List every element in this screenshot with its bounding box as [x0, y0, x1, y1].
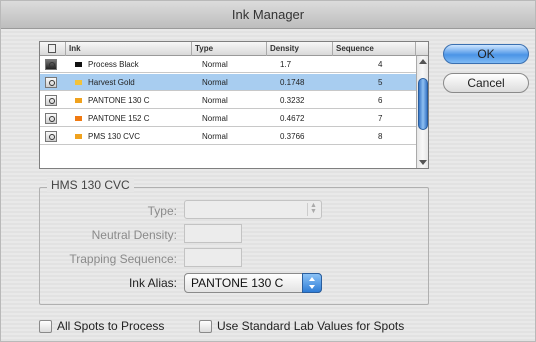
- spot-ink-icon[interactable]: [45, 113, 57, 124]
- column-header-ink[interactable]: Ink: [66, 42, 192, 56]
- ink-density: 0.1748: [280, 78, 305, 87]
- all-spots-to-process-checkbox[interactable]: [39, 320, 52, 333]
- ink-name: PANTONE 130 C: [88, 96, 150, 105]
- ink-sequence: 5: [378, 78, 383, 87]
- ink-type: Normal: [202, 132, 228, 141]
- table-row[interactable]: PMS 130 CVC Normal 0.3766 8: [40, 128, 416, 145]
- cancel-button[interactable]: Cancel: [443, 73, 529, 93]
- ink-swatch: [75, 80, 82, 85]
- printer-icon: [48, 44, 56, 53]
- popup-arrows-icon[interactable]: [302, 273, 322, 293]
- ink-type: Normal: [202, 60, 228, 69]
- column-header-print-icon[interactable]: [40, 42, 66, 56]
- ink-swatch: [75, 98, 82, 103]
- scroll-thumb[interactable]: [418, 78, 428, 130]
- ink-density: 0.4672: [280, 114, 305, 123]
- ok-button[interactable]: OK: [443, 44, 529, 64]
- ink-name: Harvest Gold: [88, 78, 135, 87]
- ink-table: Ink Type Density Sequence Process Black …: [39, 41, 429, 169]
- table-row[interactable]: Harvest Gold Normal 0.1748 5: [40, 74, 416, 91]
- dialog-title: Ink Manager: [1, 1, 535, 29]
- ink-alias-label: Ink Alias:: [128, 276, 177, 290]
- use-standard-lab-label[interactable]: Use Standard Lab Values for Spots: [217, 319, 404, 333]
- ink-alias-value: PANTONE 130 C: [191, 276, 284, 290]
- spot-ink-icon[interactable]: [45, 131, 57, 142]
- process-ink-icon[interactable]: [45, 59, 57, 70]
- scroll-up-icon[interactable]: [419, 59, 427, 64]
- ink-swatch: [75, 116, 82, 121]
- trapping-sequence-label: Trapping Sequence:: [69, 252, 177, 266]
- ink-sequence: 4: [378, 60, 383, 69]
- stepper-icon: ▲ ▼: [307, 202, 319, 216]
- column-header-type[interactable]: Type: [192, 42, 267, 56]
- ink-manager-dialog: Ink Manager Ink Type Density Sequence Pr…: [0, 0, 536, 342]
- table-row[interactable]: PANTONE 152 C Normal 0.4672 7: [40, 110, 416, 127]
- ink-sequence: 6: [378, 96, 383, 105]
- ink-density: 1.7: [280, 60, 292, 69]
- ink-swatch: [75, 134, 82, 139]
- table-header: Ink Type Density Sequence: [40, 42, 428, 56]
- ink-type: Normal: [202, 114, 228, 123]
- neutral-density-label: Neutral Density:: [91, 228, 177, 242]
- ink-name: PANTONE 152 C: [88, 114, 150, 123]
- trapping-sequence-field[interactable]: [184, 248, 242, 267]
- ink-density: 0.3766: [280, 132, 305, 141]
- group-title: HMS 130 CVC: [47, 178, 134, 192]
- use-standard-lab-checkbox[interactable]: [199, 320, 212, 333]
- ink-sequence: 7: [378, 114, 383, 123]
- neutral-density-field[interactable]: [184, 224, 242, 243]
- all-spots-to-process-label[interactable]: All Spots to Process: [57, 319, 164, 333]
- table-row[interactable]: Process Black Normal 1.7 4: [40, 56, 416, 73]
- ink-type: Normal: [202, 96, 228, 105]
- type-select[interactable]: ▲ ▼: [184, 200, 322, 219]
- type-label: Type:: [147, 204, 177, 218]
- ink-swatch: [75, 62, 82, 67]
- table-row[interactable]: PANTONE 130 C Normal 0.3232 6: [40, 92, 416, 109]
- spot-ink-icon[interactable]: [45, 77, 57, 88]
- ink-density: 0.3232: [280, 96, 305, 105]
- column-header-sequence[interactable]: Sequence: [333, 42, 416, 56]
- column-header-density[interactable]: Density: [267, 42, 333, 56]
- ink-alias-select[interactable]: PANTONE 130 C: [184, 273, 322, 293]
- spot-ink-icon[interactable]: [45, 95, 57, 106]
- table-scrollbar[interactable]: [416, 56, 428, 168]
- ink-name: Process Black: [88, 60, 139, 69]
- scroll-down-icon[interactable]: [419, 160, 427, 165]
- ink-name: PMS 130 CVC: [88, 132, 141, 141]
- ink-sequence: 8: [378, 132, 383, 141]
- ink-type: Normal: [202, 78, 228, 87]
